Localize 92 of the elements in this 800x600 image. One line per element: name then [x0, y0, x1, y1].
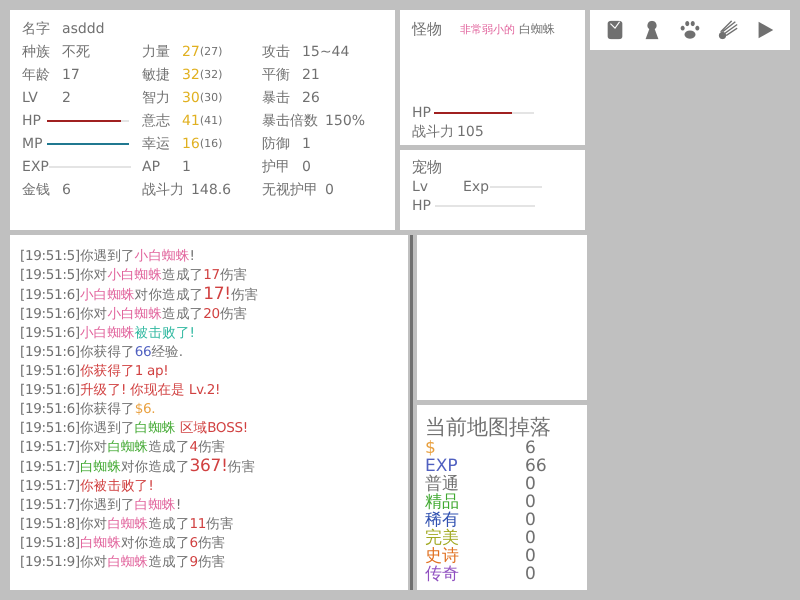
drop-count: 0 [525, 565, 536, 583]
bar-label: EXP [22, 158, 49, 174]
field-value: asddd [62, 21, 105, 37]
field-label: 防御 [262, 134, 291, 152]
drop-count: 0 [525, 547, 536, 565]
field-label: 敏捷 [142, 66, 171, 84]
base-value: (30) [200, 91, 222, 104]
log-line: [19:51:7]你被击败了! [20, 477, 155, 496]
field-label: LV [22, 90, 39, 106]
drop-label: 传奇 [425, 565, 460, 583]
field-value: 15~44 [302, 44, 350, 60]
field-value: 150% [325, 112, 366, 128]
stat-value: 30 [182, 90, 200, 106]
bar-label: HP [412, 198, 432, 214]
power-label: 战斗力 [412, 122, 454, 140]
field-label: 无视护甲 [262, 180, 318, 198]
log-line: [19:51:6]小白蜘蛛对你造成了 17!伤害 [20, 285, 260, 305]
field-value: 0 [325, 182, 334, 198]
drop-label: 普通 [425, 475, 460, 493]
stat-value: 27 [182, 44, 200, 60]
field-value: 2 [62, 90, 71, 106]
log-line: [19:51:7]白蜘蛛对你造成了 367!伤害 [20, 457, 256, 477]
field-value: 不死 [62, 42, 90, 60]
monster-label: 怪物 [412, 20, 442, 39]
field-label: 战斗力 [142, 180, 184, 198]
field-label: 金钱 [22, 180, 51, 198]
pet-label: 宠物 [412, 158, 443, 177]
log-line: [19:51:9]你对白蜘蛛造成了9伤害 [20, 553, 226, 572]
field-label: 暴击 [262, 88, 291, 106]
log-line: [19:51:5]你遇到了小白蜘蛛! [20, 247, 196, 266]
log-line: [19:51:6]你遇到了 白蜘蛛 区域BOSS! [20, 419, 249, 438]
drop-count: 6 [525, 439, 536, 457]
field-label: 力量 [142, 42, 171, 60]
log-line: [19:51:6]升级了! 你现在是 Lv.2! [20, 381, 222, 400]
field-value: 1 [302, 136, 311, 152]
comet-icon[interactable] [716, 19, 739, 41]
drop-label: EXP [425, 457, 459, 475]
log-line: [19:51:6]你获得了$6. [20, 400, 156, 419]
field-label: 幸运 [142, 134, 171, 152]
drop-count: 0 [525, 493, 536, 511]
bar-label: MP [22, 136, 44, 152]
bar-label: HP [412, 104, 432, 120]
field-label: 种族 [22, 42, 51, 60]
log-line: [19:51:6]你对小白蜘蛛造成了 20伤害 [20, 305, 248, 324]
field-label: 护甲 [262, 158, 291, 176]
power-value: 105 [457, 124, 484, 140]
field-label: 攻击 [262, 42, 291, 60]
drop-label: 完美 [425, 529, 460, 547]
drop-count: 66 [525, 457, 547, 475]
log-line: [19:51:5]你对小白蜘蛛造成了 17伤害 [20, 266, 248, 285]
field-label: 暴击倍数 [262, 112, 318, 130]
log-line: [19:51:6]你获得了 66经验. [20, 343, 184, 362]
drop-label: 史诗 [425, 547, 460, 565]
base-value: (16) [200, 137, 222, 150]
base-value: (32) [200, 68, 222, 81]
field-value: 148.6 [191, 182, 232, 198]
field-label: 意志 [142, 112, 171, 130]
monster-rank: 非常弱小的 [460, 22, 515, 37]
drops-title: 当前地图掉落 [425, 415, 552, 439]
field-value: 17 [62, 66, 80, 82]
stat-value: 41 [182, 112, 200, 128]
drop-count: 0 [525, 511, 536, 529]
stat-value: 16 [182, 136, 200, 152]
field-value: 6 [62, 182, 71, 198]
level-label: Lv [412, 178, 430, 194]
field-value: 26 [302, 90, 320, 106]
drop-label: 精品 [425, 493, 460, 511]
log-line: [19:51:8]白蜘蛛对你造成了 6伤害 [20, 534, 226, 553]
drop-label: $ [425, 439, 437, 457]
field-label: 平衡 [262, 66, 291, 84]
log-line: [19:51:7]你遇到了 白蜘蛛! [20, 496, 182, 515]
base-value: (27) [200, 45, 222, 58]
log-line: [19:51:6]小白蜘蛛被击败了! [20, 324, 196, 343]
field-label: 智力 [142, 88, 171, 106]
log-line: [19:51:7]你对白蜘蛛造成了4伤害 [20, 438, 226, 457]
log-line: [19:51:8]你对白蜘蛛造成了 11伤害 [20, 515, 235, 534]
bar-label: HP [22, 112, 42, 128]
field-value: 1 [182, 158, 191, 174]
field-value: 21 [302, 66, 320, 82]
log-line: [19:51:6]你获得了1 ap! [20, 362, 170, 381]
field-label: 年龄 [22, 66, 51, 84]
stat-value: 32 [182, 66, 200, 82]
drop-label: 稀有 [425, 511, 460, 529]
field-label: AP [142, 158, 162, 174]
drop-count: 0 [525, 529, 536, 547]
field-value: 0 [302, 158, 311, 174]
bar-label: Exp [463, 178, 490, 194]
monster-name: 白蜘蛛 [519, 21, 555, 38]
base-value: (41) [200, 114, 222, 127]
paw-icon[interactable] [678, 19, 701, 41]
field-label: 名字 [22, 20, 51, 38]
drop-count: 0 [525, 475, 536, 493]
